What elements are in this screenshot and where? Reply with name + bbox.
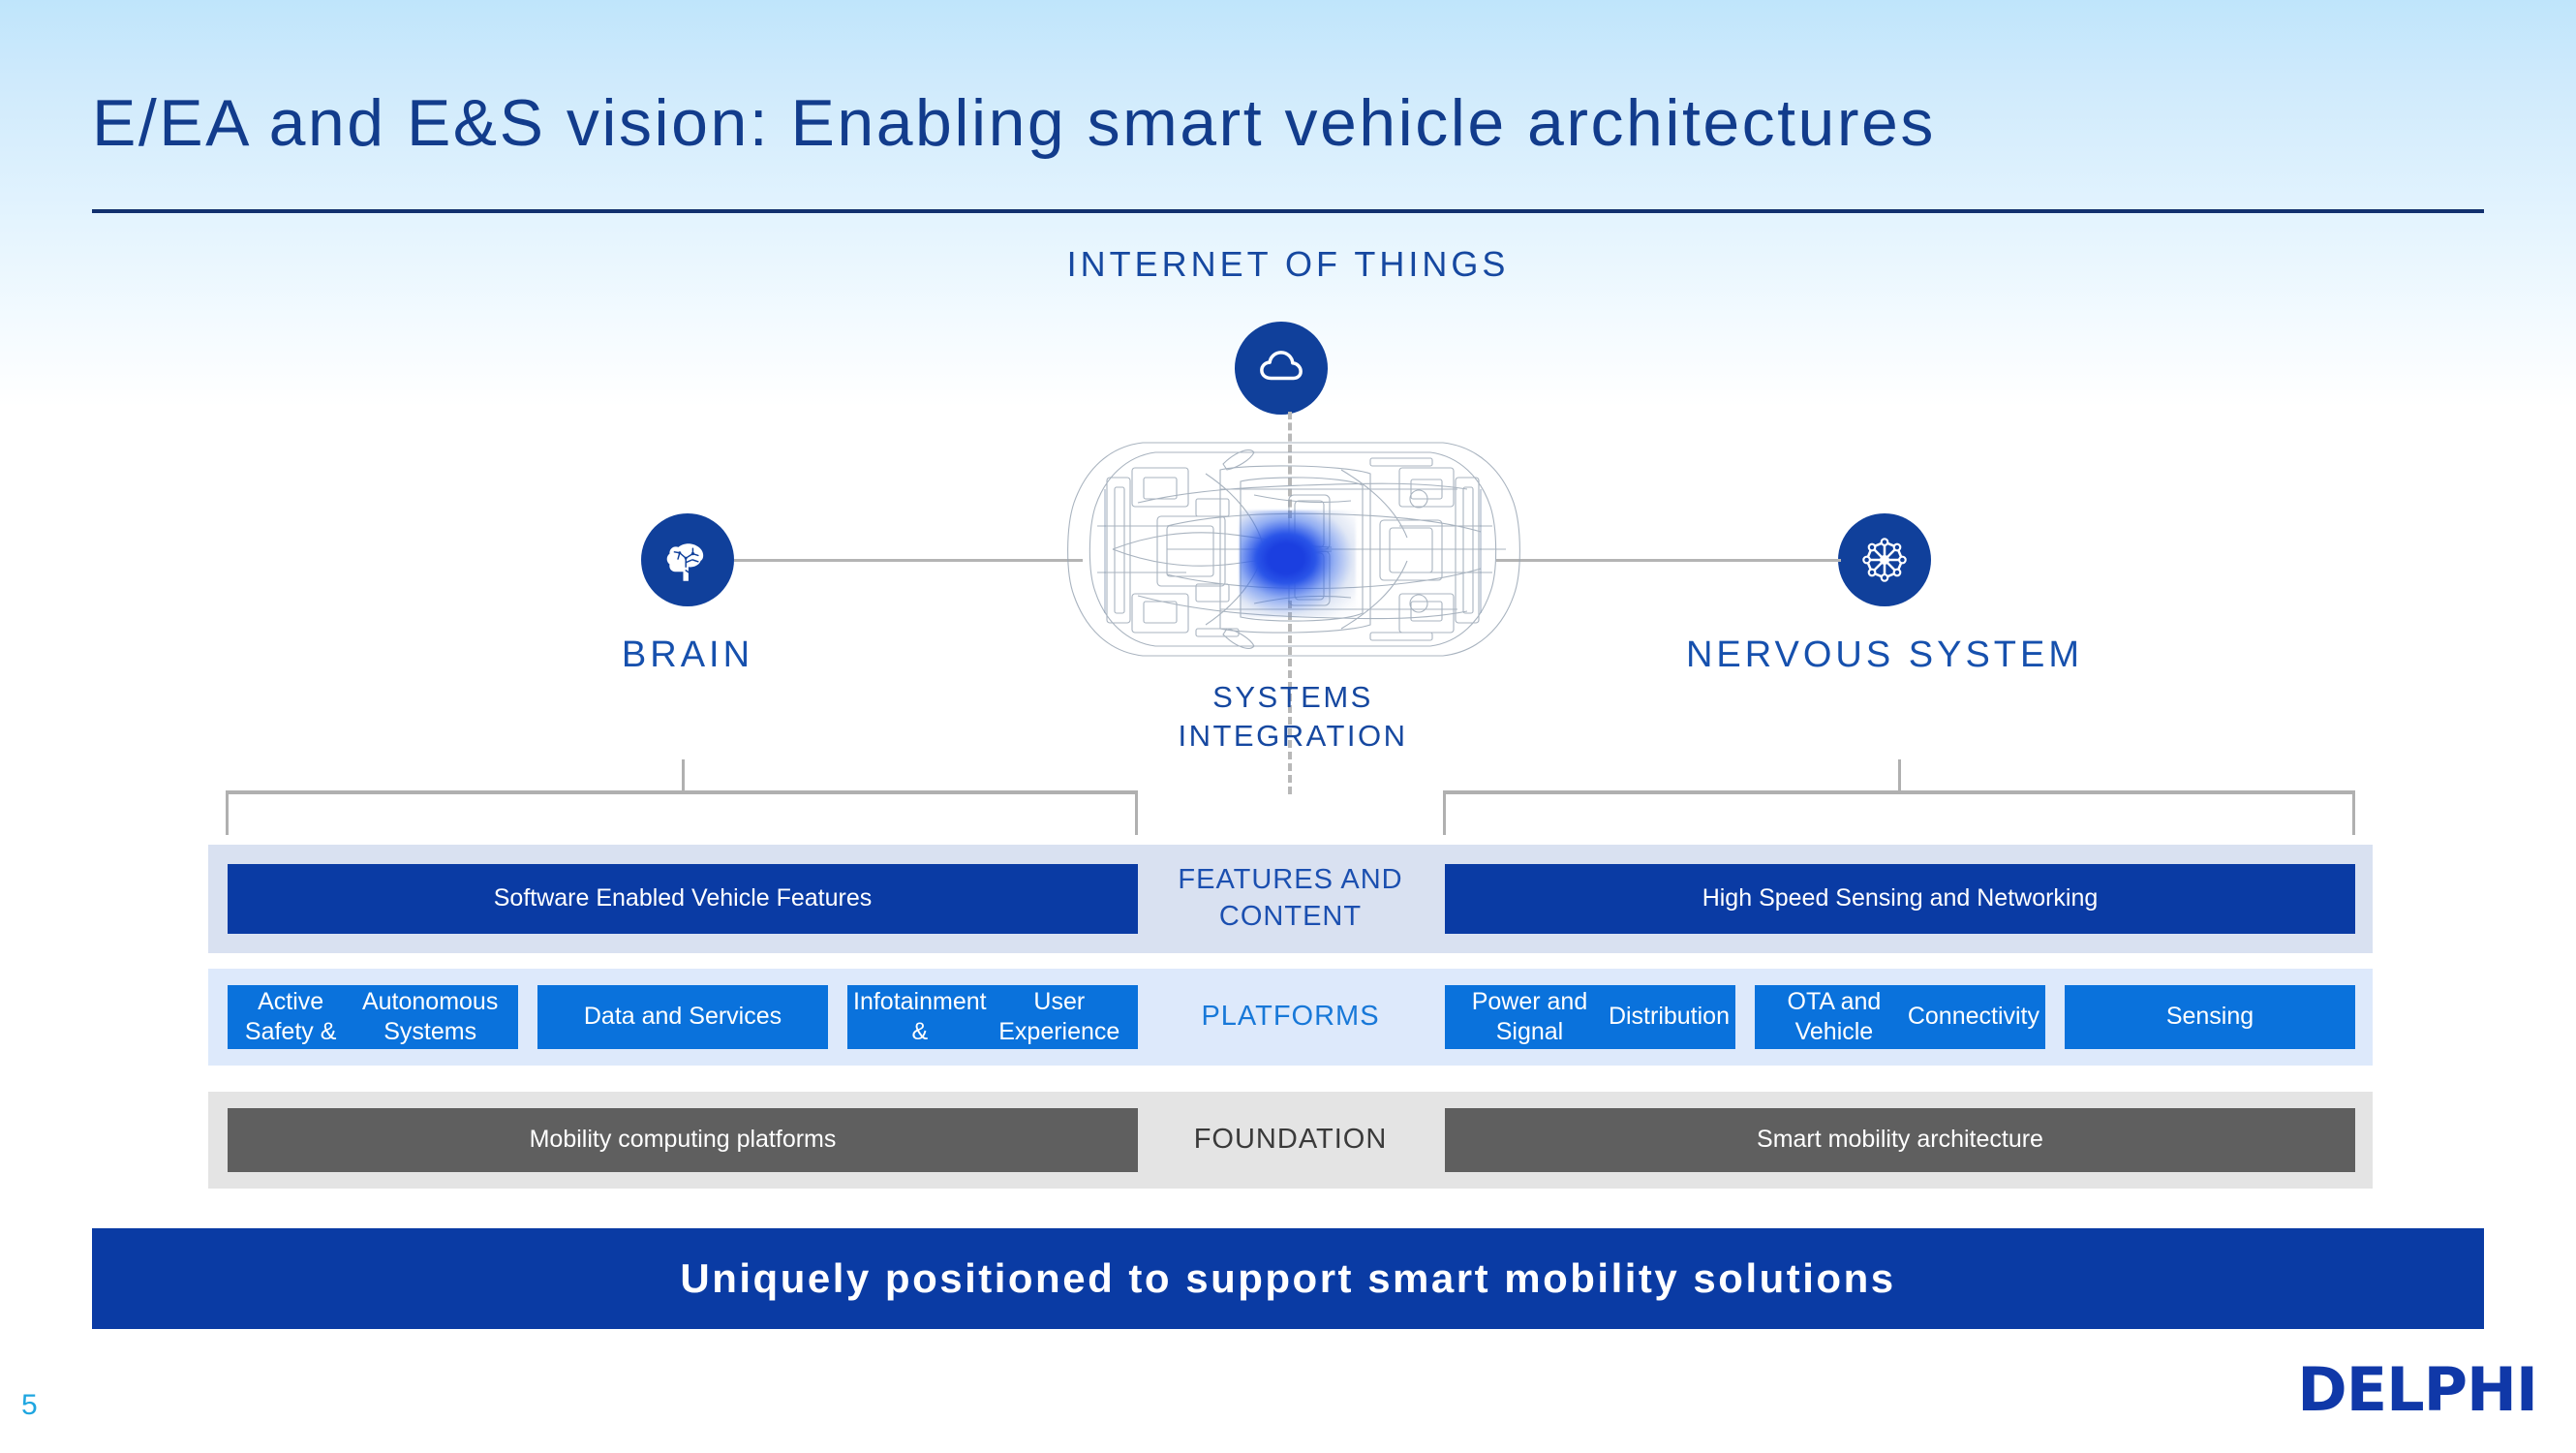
matrix-box-label: Sensing <box>2165 1003 2254 1031</box>
matrix-row-left-group: Software Enabled Vehicle Features <box>208 845 1138 953</box>
slide-canvas: E/EA and E&S vision: Enabling smart vehi… <box>0 0 2576 1453</box>
brain-label: BRAIN <box>621 634 754 675</box>
matrix-box-label: Data and Services <box>583 1003 782 1031</box>
bracket-stem-left <box>682 759 685 790</box>
matrix-box[interactable]: OTA and Vehicle Connectivity <box>1755 985 2045 1049</box>
matrix-row-right-group: High Speed Sensing and Networking <box>1443 845 2373 953</box>
matrix-category-label: FEATURES AND CONTENT <box>1178 862 1402 935</box>
matrix-category-line: FEATURES AND <box>1178 864 1403 896</box>
matrix-row-left-group: Active Safety & Autonomous Systems Data an… <box>208 969 1138 1066</box>
matrix-box[interactable]: Active Safety & Autonomous Systems <box>228 985 518 1049</box>
matrix-category-line: FOUNDATION <box>1193 1124 1388 1156</box>
matrix-box[interactable]: Software Enabled Vehicle Features <box>228 864 1138 934</box>
matrix-box-label: Autonomous Systems <box>361 987 499 1045</box>
connector-line-left <box>734 559 1083 562</box>
matrix-category-line: CONTENT <box>1218 901 1363 932</box>
cloud-icon <box>1235 322 1328 415</box>
bracket-right <box>1443 790 2355 835</box>
network-node-icon <box>1838 513 1931 606</box>
matrix-box[interactable]: Smart mobility architecture <box>1445 1108 2355 1172</box>
matrix-box[interactable]: Mobility computing platforms <box>228 1108 1138 1172</box>
matrix-row-mid-label: FOUNDATION <box>1138 1092 1443 1189</box>
matrix-category-line: PLATFORMS <box>1201 1001 1380 1033</box>
matrix-box[interactable]: Infotainment & User Experience <box>847 985 1138 1049</box>
matrix-box-label: Mobility computing platforms <box>529 1126 837 1154</box>
matrix-box[interactable]: Sensing <box>2065 985 2355 1049</box>
banner-text: Uniquely positioned to support smart mob… <box>680 1255 1896 1301</box>
matrix-box-label: User Experience <box>998 987 1120 1045</box>
matrix-box-label: Active Safety & <box>244 987 337 1045</box>
matrix-box-label: Infotainment & <box>853 987 987 1045</box>
matrix-row-foundation: Mobility computing platforms FOUNDATION Sm… <box>208 1092 2373 1189</box>
connector-line-right <box>1496 559 1841 562</box>
systems-integration-line2: INTEGRATION <box>1178 719 1408 754</box>
nervous-system-label: NERVOUS SYSTEM <box>1685 634 2084 675</box>
page-number: 5 <box>21 1389 38 1421</box>
matrix-category-label: PLATFORMS <box>1201 999 1379 1036</box>
internet-of-things-label: INTERNET OF THINGS <box>1066 244 1510 284</box>
car-wireframe-icon <box>1051 431 1535 668</box>
matrix-box-label: Software Enabled Vehicle Features <box>493 884 873 912</box>
matrix-category-label: FOUNDATION <box>1194 1122 1388 1159</box>
matrix-row-left-group: Mobility computing platforms <box>208 1092 1138 1189</box>
matrix-row-mid-label: FEATURES AND CONTENT <box>1138 845 1443 953</box>
delphi-logo: DELPHI <box>2297 1354 2538 1425</box>
matrix-box-label: Connectivity <box>1907 1003 2039 1031</box>
systems-integration-label: SYSTEMS INTEGRATION <box>1094 678 1491 757</box>
matrix-box-label: Power and Signal <box>1471 987 1588 1045</box>
bracket-left <box>226 790 1138 835</box>
matrix-row-right-group: Smart mobility architecture <box>1443 1092 2373 1189</box>
matrix-box-label: High Speed Sensing and Networking <box>1702 884 2099 912</box>
matrix-row-mid-label: PLATFORMS <box>1138 969 1443 1066</box>
matrix-box-label: OTA and Vehicle <box>1787 987 1882 1045</box>
matrix-row-right-group: Power and Signal Distribution OTA and Vehi… <box>1443 969 2373 1066</box>
bracket-stem-right <box>1898 759 1901 790</box>
matrix-row-platforms: Active Safety & Autonomous Systems Data an… <box>208 969 2373 1066</box>
title-divider <box>92 209 2484 213</box>
page-title: E/EA and E&S vision: Enabling smart vehi… <box>92 86 1936 160</box>
matrix-box[interactable]: Data and Services <box>537 985 828 1049</box>
systems-integration-line1: SYSTEMS <box>1212 680 1373 714</box>
matrix-box[interactable]: High Speed Sensing and Networking <box>1445 864 2355 934</box>
integration-glow <box>1240 510 1356 617</box>
matrix-box-label: Distribution <box>1608 1003 1730 1031</box>
brain-icon <box>641 513 734 606</box>
bottom-banner: Uniquely positioned to support smart mob… <box>92 1228 2484 1329</box>
matrix-box-label: Smart mobility architecture <box>1757 1126 2043 1154</box>
matrix-row-features_and_content: Software Enabled Vehicle Features FEATURE… <box>208 845 2373 953</box>
matrix-box[interactable]: Power and Signal Distribution <box>1445 985 1735 1049</box>
